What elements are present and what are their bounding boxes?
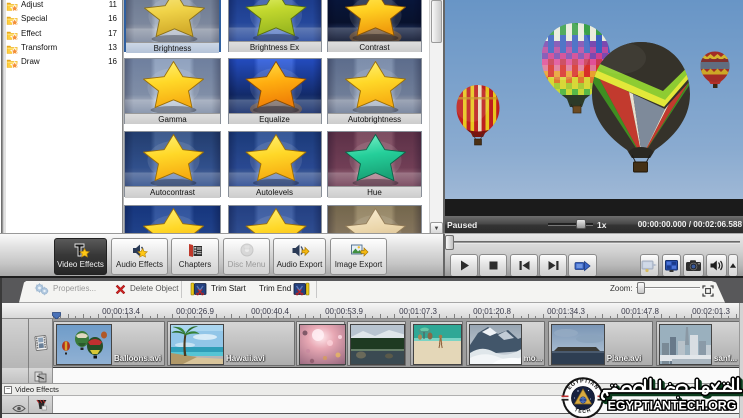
svg-text:EGYPTIANTECH.ORG: EGYPTIANTECH.ORG: [608, 399, 737, 413]
